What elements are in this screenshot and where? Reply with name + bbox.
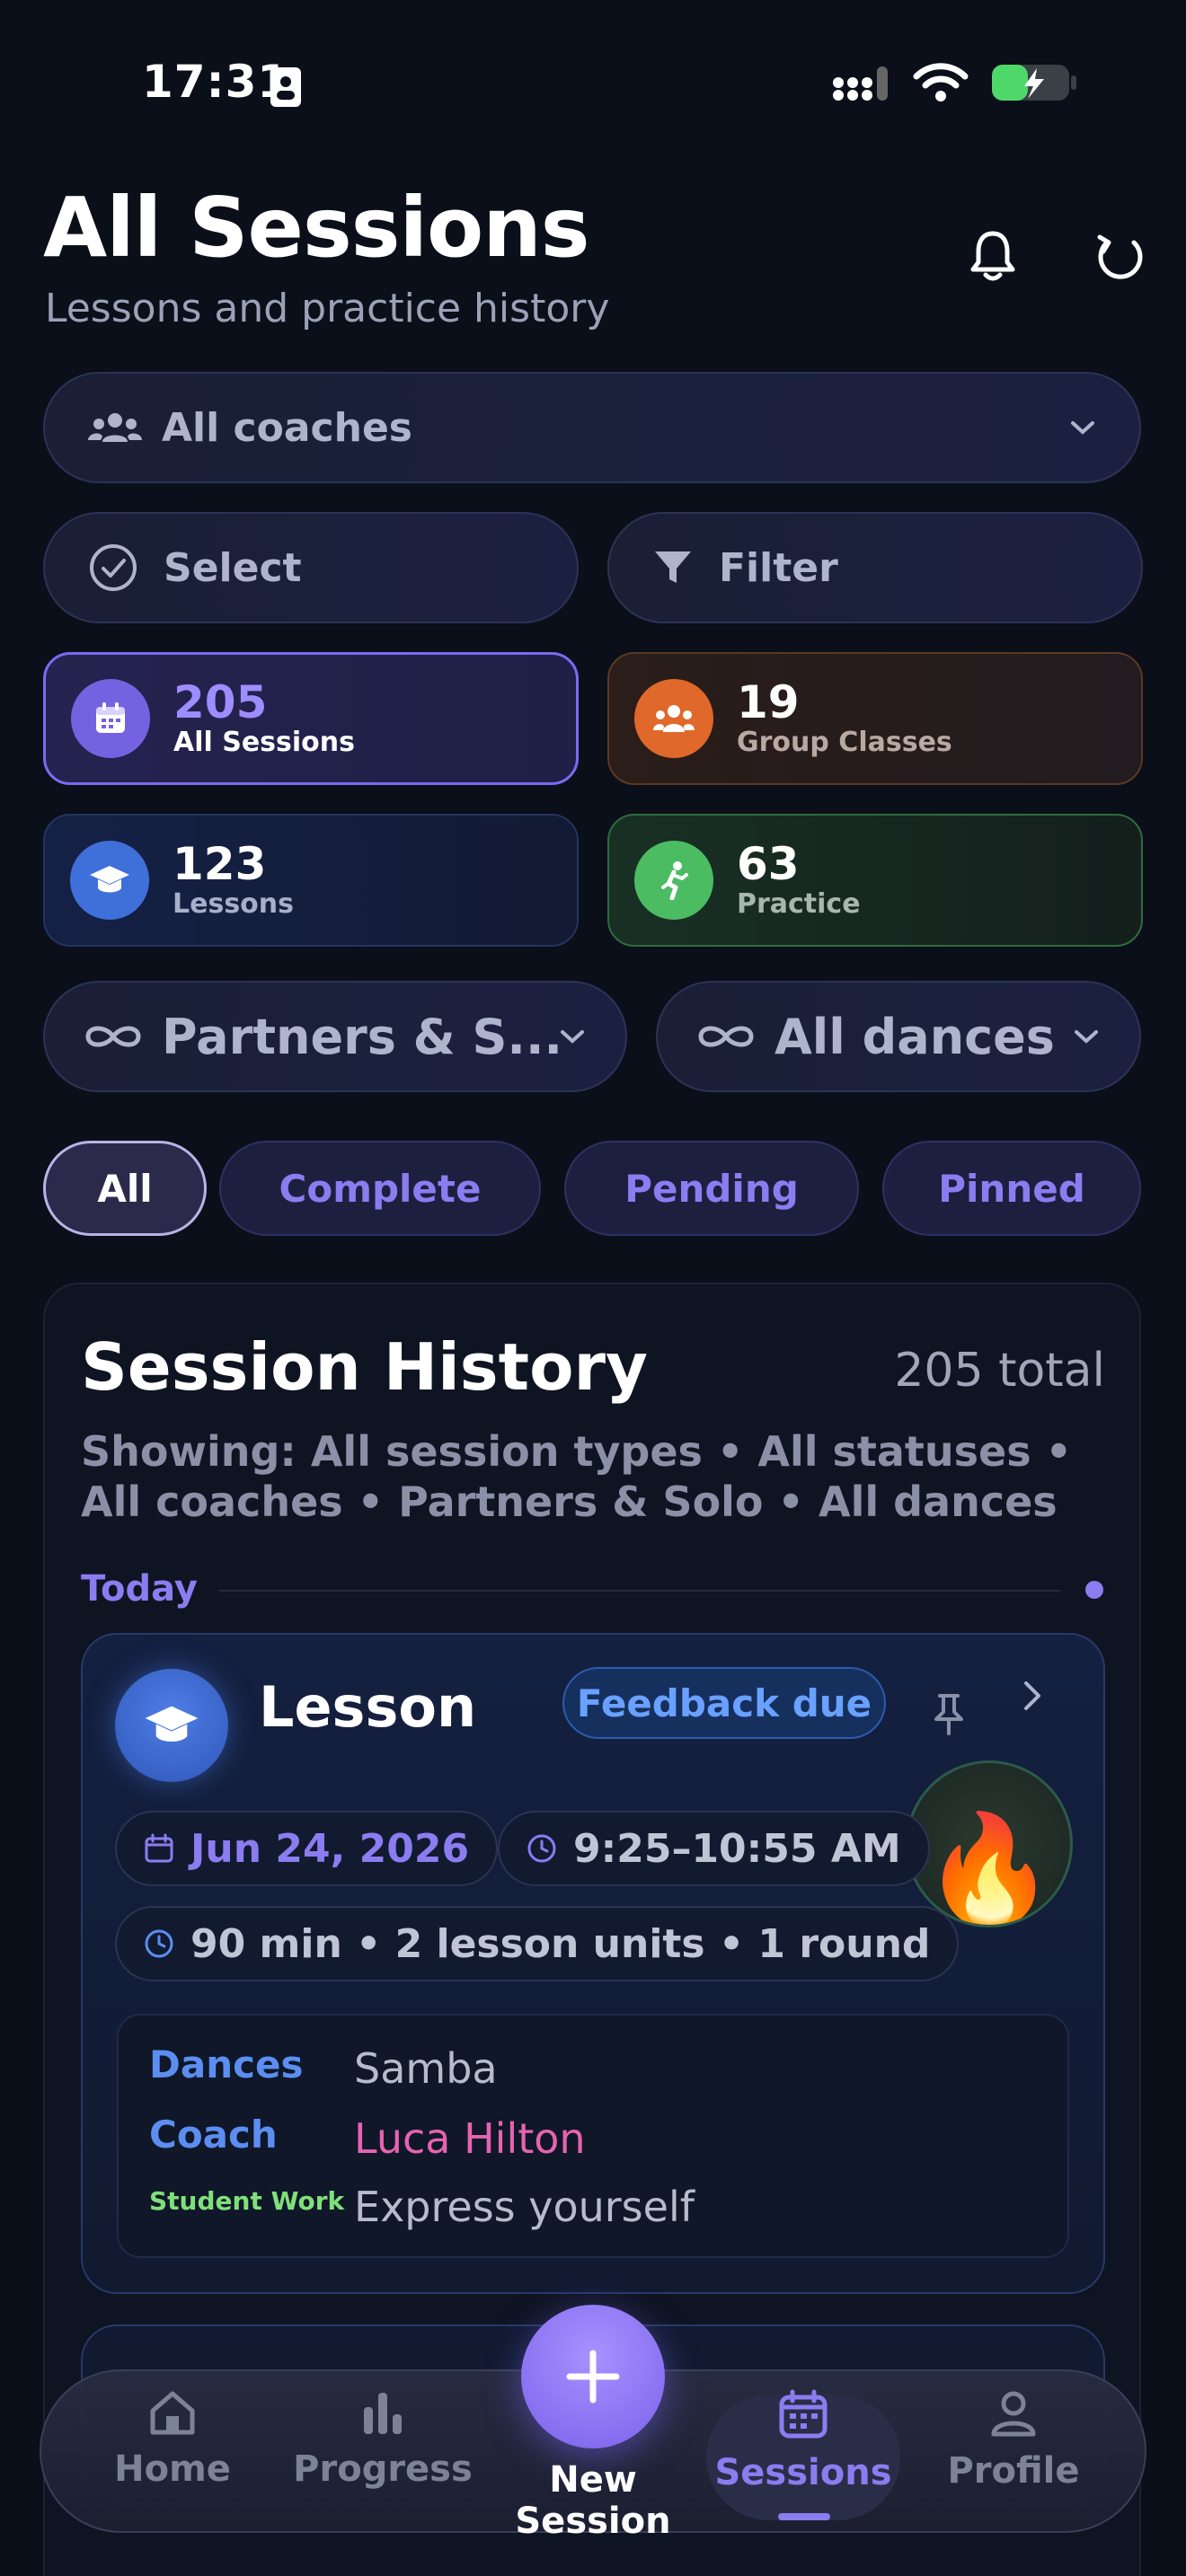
nav-label: Profile (947, 2450, 1080, 2492)
detail-label-coach: Coach (149, 2113, 278, 2157)
session-time-tag: 9:25–10:55 AM (498, 1811, 930, 1886)
clock-icon (144, 1928, 174, 1959)
check-circle-icon (88, 543, 138, 593)
calendar-icon (71, 679, 150, 758)
fire-emoji-avatar: 🔥 (906, 1760, 1073, 1928)
page-subtitle: Lessons and practice history (45, 286, 610, 331)
coach-filter-dropdown[interactable]: All coaches (43, 372, 1141, 483)
nav-label: Home (114, 2448, 231, 2490)
refresh-icon[interactable] (1089, 225, 1152, 287)
nav-sessions[interactable]: Sessions (713, 2389, 893, 2493)
pin-icon[interactable] (931, 1692, 967, 1737)
stat-label: All Sessions (173, 727, 356, 758)
stat-card-all-sessions[interactable]: 205 All Sessions (43, 652, 579, 785)
dance-filter-value: All dances (774, 1008, 1055, 1065)
filter-label: Filter (719, 544, 838, 591)
nav-active-indicator (778, 2513, 830, 2520)
nav-profile[interactable]: Profile (924, 2389, 1103, 2492)
status-indicators (832, 61, 1078, 104)
session-duration: 90 min • 2 lesson units • 1 round (190, 1920, 931, 1967)
infinity-icon (697, 1022, 755, 1051)
detail-value-student-work: Express yourself (354, 2183, 695, 2231)
funnel-icon (652, 547, 694, 588)
detail-value-dances: Samba (354, 2044, 498, 2093)
home-icon (147, 2389, 198, 2436)
nav-label: Progress (293, 2448, 473, 2490)
select-label: Select (164, 544, 302, 591)
stat-value: 19 (737, 676, 800, 728)
bar-chart-icon (360, 2389, 405, 2436)
nav-label: Sessions (714, 2452, 892, 2493)
new-session-button[interactable] (521, 2305, 665, 2448)
session-type: Lesson (259, 1674, 477, 1740)
partner-filter-value: Partners & S... (162, 1008, 559, 1065)
stat-value: 63 (737, 838, 800, 890)
detail-label-student-work: Student Work (149, 2186, 345, 2216)
cellular-signal-icon (832, 63, 891, 102)
detail-value-coach: Luca Hilton (354, 2114, 586, 2163)
select-button[interactable]: Select (43, 512, 579, 623)
session-time: 9:25–10:55 AM (573, 1825, 901, 1872)
chip-pending[interactable]: Pending (564, 1141, 859, 1236)
clock-icon (527, 1833, 557, 1864)
partner-filter-dropdown[interactable]: Partners & S... (43, 981, 627, 1092)
infinity-icon (84, 1022, 142, 1051)
filter-button[interactable]: Filter (607, 512, 1143, 623)
id-card-icon (270, 66, 302, 108)
new-session-label[interactable]: New Session (476, 2459, 710, 2542)
page-title: All Sessions (43, 180, 589, 276)
session-duration-tag: 90 min • 2 lesson units • 1 round (115, 1906, 960, 1981)
timeline-dot (1085, 1581, 1103, 1599)
status-time: 17:31 (142, 56, 290, 108)
calendar-icon (144, 1833, 174, 1864)
stat-value: 123 (173, 838, 267, 890)
stat-value: 205 (173, 676, 268, 728)
coach-filter-value: All coaches (162, 404, 412, 451)
detail-label-dances: Dances (149, 2042, 304, 2086)
chevron-down-icon (1069, 419, 1096, 437)
graduation-cap-icon (70, 841, 149, 920)
battery-charging-icon (990, 61, 1078, 104)
graduation-cap-icon (115, 1669, 228, 1782)
nav-home[interactable]: Home (83, 2389, 262, 2490)
stat-label: Group Classes (737, 727, 952, 758)
stat-card-group-classes[interactable]: 19 Group Classes (607, 652, 1143, 785)
chip-pinned[interactable]: Pinned (882, 1141, 1141, 1236)
nav-progress[interactable]: Progress (293, 2389, 473, 2490)
history-total: 205 total (894, 1344, 1105, 1398)
chevron-down-icon (559, 1028, 586, 1045)
chevron-right-icon[interactable] (1021, 1678, 1044, 1714)
session-date: Jun 24, 2026 (190, 1825, 470, 1872)
divider (219, 1590, 1060, 1592)
dance-filter-dropdown[interactable]: All dances (656, 981, 1141, 1092)
feedback-due-badge[interactable]: Feedback due (562, 1667, 886, 1739)
wifi-icon (913, 62, 969, 103)
history-title: Session History (81, 1329, 648, 1405)
stat-card-practice[interactable]: 63 Practice (607, 814, 1143, 947)
group-icon (88, 410, 142, 446)
plus-icon (564, 2348, 622, 2405)
date-group-label: Today (81, 1568, 198, 1610)
chip-all[interactable]: All (43, 1141, 207, 1236)
person-icon (990, 2389, 1037, 2438)
notifications-bell-icon[interactable] (961, 225, 1024, 287)
stat-card-lessons[interactable]: 123 Lessons (43, 814, 579, 947)
active-filters-summary: Showing: All session types • All statuse… (81, 1427, 1073, 1526)
stat-label: Practice (737, 888, 861, 920)
chevron-down-icon (1073, 1028, 1100, 1045)
chip-complete[interactable]: Complete (219, 1141, 541, 1236)
group-icon (634, 679, 713, 758)
calendar-icon (778, 2389, 828, 2439)
stat-label: Lessons (173, 888, 294, 920)
running-figure-icon (634, 841, 713, 920)
session-date-tag: Jun 24, 2026 (115, 1811, 499, 1886)
